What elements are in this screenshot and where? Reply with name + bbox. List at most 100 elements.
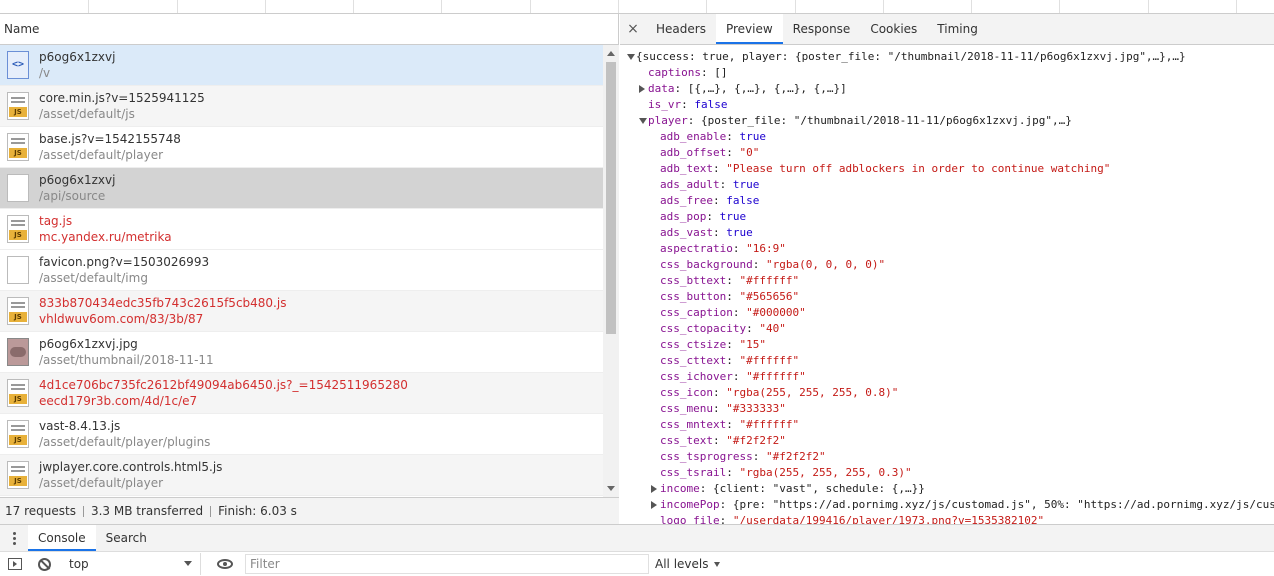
request-text: vast-8.4.13.js/asset/default/player/plug… xyxy=(39,418,210,450)
request-text: jwplayer.core.controls.html5.js/asset/de… xyxy=(39,459,222,491)
request-path: /asset/default/player xyxy=(39,476,164,490)
json-key: logo_file xyxy=(660,514,720,524)
scroll-up-arrow-icon[interactable] xyxy=(607,51,615,56)
preview-line: ads_pop: true xyxy=(620,209,1274,225)
request-row[interactable]: <> p6og6x1zxvj/v xyxy=(0,45,603,86)
preview-line: css_button: "#565656" xyxy=(620,289,1274,305)
request-row[interactable]: JS 4d1ce706bc735fc2612bf49094ab6450.js?_=… xyxy=(0,373,603,414)
request-path: /asset/default/img xyxy=(39,271,148,285)
js-file-icon: JS xyxy=(7,297,29,325)
request-row[interactable]: JS 833b870434edc35fb743c2615f5cb480.js vhl… xyxy=(0,291,603,332)
request-name: favicon.png?v=1503026993 xyxy=(39,255,210,269)
console-toolbar: top All levels xyxy=(0,552,1274,576)
clear-console-icon[interactable] xyxy=(38,557,51,571)
preview-line[interactable]: incomePop: {pre: "https://ad.pornimg.xyz… xyxy=(620,497,1274,513)
preview-line[interactable]: income: {client: "vast", schedule: {,…}} xyxy=(620,481,1274,497)
request-row[interactable]: p6og6x1zxvj.jpg/asset/thumbnail/2018-11-… xyxy=(0,332,603,373)
request-name: vast-8.4.13.js xyxy=(39,419,121,433)
json-key: css_ctopacity xyxy=(660,322,747,335)
drawer-tab-console[interactable]: Console xyxy=(28,525,96,551)
request-text: p6og6x1zxvj.jpg/asset/thumbnail/2018-11-… xyxy=(39,336,214,368)
js-file-icon: JS xyxy=(7,461,29,489)
log-levels-label: All levels xyxy=(655,557,709,571)
timeline-tick xyxy=(265,0,266,13)
filter-input[interactable] xyxy=(245,554,649,574)
collapsed-arrow-icon[interactable] xyxy=(639,85,645,93)
json-literal: false xyxy=(694,98,728,111)
context-selector[interactable]: top xyxy=(65,553,201,575)
json-key: adb_enable xyxy=(660,130,727,143)
log-levels-dropdown[interactable]: All levels xyxy=(655,557,721,571)
close-icon[interactable]: × xyxy=(620,14,646,44)
tab-timing[interactable]: Timing xyxy=(927,14,988,44)
json-literal: false xyxy=(726,194,760,207)
request-row[interactable]: favicon.png?v=1503026993/asset/default/i… xyxy=(0,250,603,291)
collapsed-arrow-icon[interactable] xyxy=(651,485,657,493)
request-row[interactable]: JS tag.js mc.yandex.ru/metrika xyxy=(0,209,603,250)
json-text: : xyxy=(712,162,727,175)
preview-line[interactable]: data: [{,…}, {,…}, {,…}, {,…}] xyxy=(620,81,1274,97)
tab-cookies[interactable]: Cookies xyxy=(860,14,927,44)
json-string: "#f2f2f2" xyxy=(726,434,786,447)
expanded-arrow-icon[interactable] xyxy=(627,54,635,60)
json-key: adb_offset xyxy=(660,146,727,159)
network-summary-bar: 17 requests 3.3 MB transferred Finish: 6.0… xyxy=(0,497,619,524)
json-text: : xyxy=(726,418,740,431)
json-text: : xyxy=(719,178,733,191)
json-string: "#ffffff" xyxy=(746,370,806,383)
request-list-scrollbar[interactable] xyxy=(603,45,619,497)
request-row[interactable]: JS base.js?v=1542155748/asset/default/pla… xyxy=(0,127,603,168)
json-text: : xyxy=(726,274,740,287)
request-row[interactable]: JS jwplayer.core.controls.html5.js/asset/… xyxy=(0,455,603,496)
json-key: is_vr xyxy=(648,98,682,111)
drawer-tab-search[interactable]: Search xyxy=(96,525,157,551)
collapsed-arrow-icon[interactable] xyxy=(651,501,657,509)
request-row[interactable]: p6og6x1zxvj/api/source xyxy=(0,168,603,209)
timeline-tick xyxy=(883,0,884,13)
json-key: ads_pop xyxy=(660,210,707,223)
document-icon xyxy=(7,174,29,202)
separator xyxy=(210,506,212,517)
tab-headers[interactable]: Headers xyxy=(646,14,716,44)
preview-line[interactable]: {success: true, player: {poster_file: "/… xyxy=(620,49,1274,65)
json-key: captions xyxy=(648,66,701,79)
request-text: core.min.js?v=1525941125/asset/default/j… xyxy=(39,90,205,122)
tab-response[interactable]: Response xyxy=(783,14,861,44)
name-column-header[interactable]: Name xyxy=(0,14,618,45)
preview-line: adb_offset: "0" xyxy=(620,145,1274,161)
request-row[interactable]: JS vast-8.4.13.js/asset/default/player/pl… xyxy=(0,414,603,455)
request-text: tag.js mc.yandex.ru/metrika xyxy=(39,213,172,245)
json-string: "#333333" xyxy=(726,402,786,415)
show-sidebar-icon[interactable] xyxy=(8,558,22,570)
json-text: : {pre: "https://ad.pornimg.xyz/js/custo… xyxy=(719,498,1274,511)
expanded-arrow-icon[interactable] xyxy=(639,118,647,124)
more-options-icon[interactable] xyxy=(0,525,28,551)
json-string: "0" xyxy=(739,146,760,159)
timeline-tick xyxy=(1236,0,1237,13)
json-text: : xyxy=(726,146,740,159)
json-literal: true xyxy=(719,210,747,223)
json-text: : [] xyxy=(700,66,728,79)
request-row[interactable]: JS core.min.js?v=1525941125/asset/default… xyxy=(0,86,603,127)
json-key: player xyxy=(648,114,688,127)
timeline-tick xyxy=(353,0,354,13)
preview-line: css_cttext: "#ffffff" xyxy=(620,353,1274,369)
scroll-down-arrow-icon[interactable] xyxy=(607,486,615,491)
request-text: base.js?v=1542155748/asset/default/playe… xyxy=(39,131,181,163)
tab-preview[interactable]: Preview xyxy=(715,14,783,44)
json-text: : xyxy=(732,370,747,383)
request-text: p6og6x1zxvj/v xyxy=(39,49,115,81)
json-key: css_tsprogress xyxy=(660,450,753,463)
json-string: "#ffffff" xyxy=(739,274,800,287)
json-string: "#565656" xyxy=(739,290,800,303)
live-expression-eye-icon[interactable] xyxy=(217,559,233,569)
json-key: adb_text xyxy=(660,162,713,175)
scrollbar-thumb[interactable] xyxy=(606,62,616,334)
json-key: css_bttext xyxy=(660,274,727,287)
request-name: tag.js xyxy=(39,214,73,228)
preview-line[interactable]: player: {poster_file: "/thumbnail/2018-1… xyxy=(620,113,1274,129)
json-text: : xyxy=(681,98,695,111)
request-name: jwplayer.core.controls.html5.js xyxy=(39,460,223,474)
timeline-tick xyxy=(795,0,796,13)
json-key: css_text xyxy=(660,434,713,447)
